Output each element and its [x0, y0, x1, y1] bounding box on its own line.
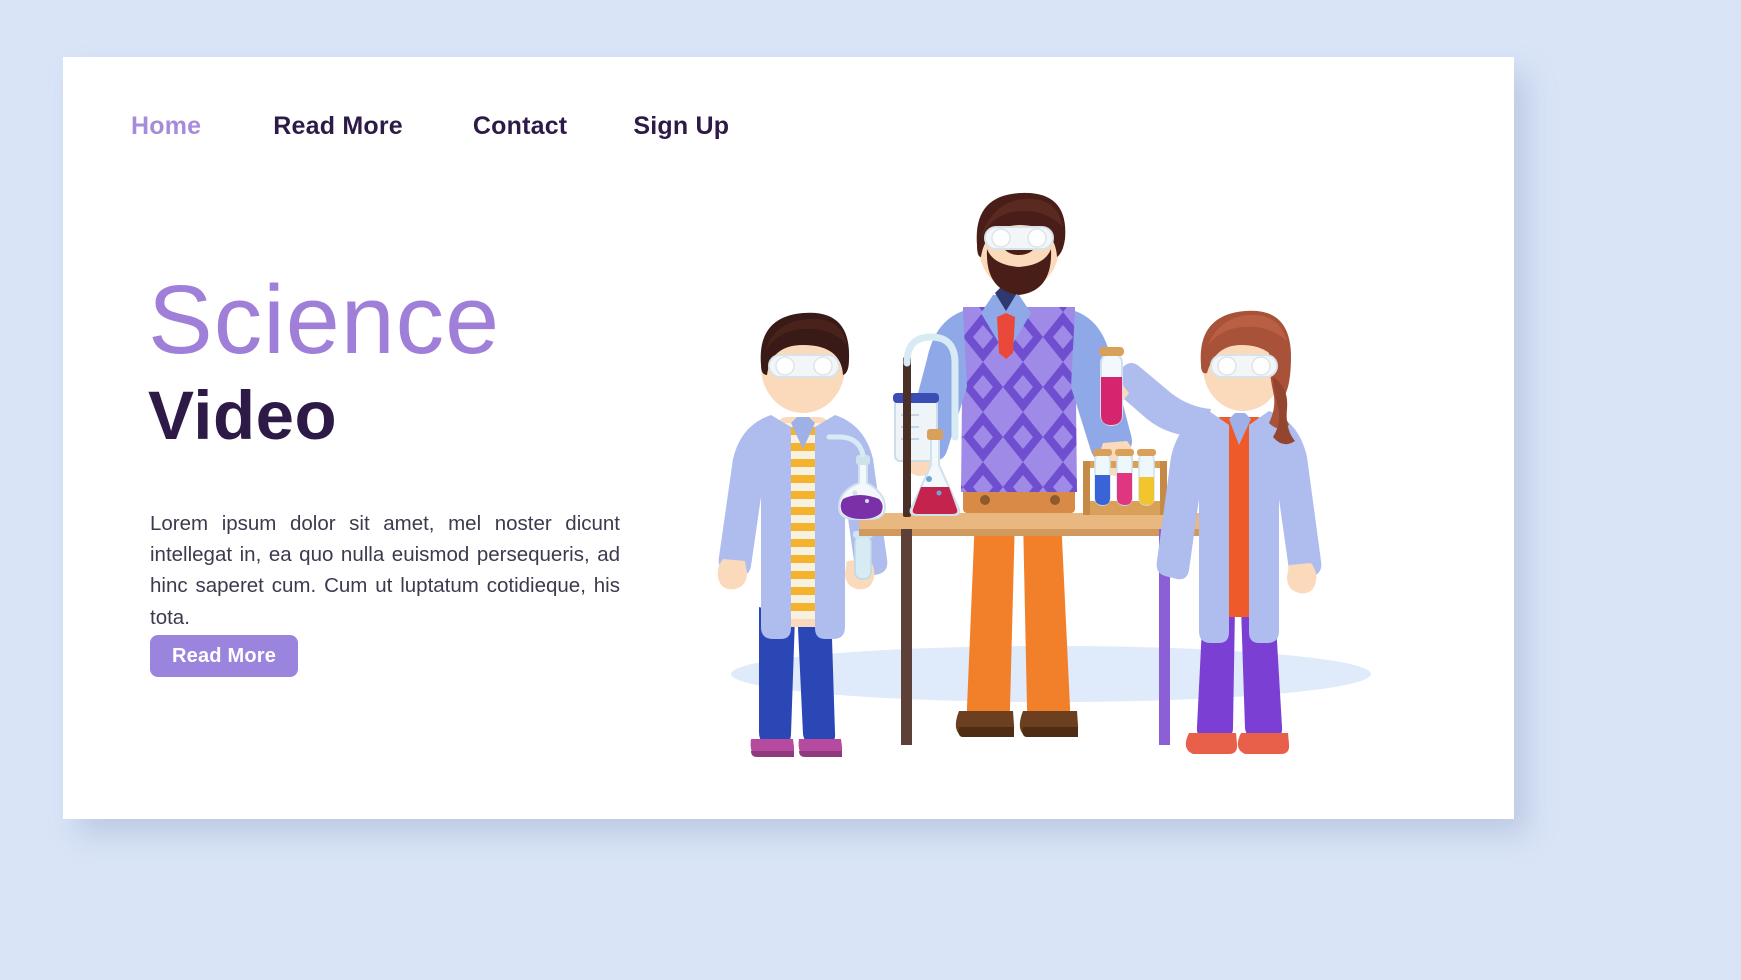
test-tube-yellow — [1137, 449, 1156, 506]
nav-item-home[interactable]: Home — [131, 112, 201, 141]
test-tube-held-pink — [1099, 347, 1124, 426]
nav-item-contact[interactable]: Contact — [473, 112, 567, 141]
test-tube-pink — [1115, 449, 1134, 506]
read-more-button[interactable]: Read More — [150, 635, 299, 677]
hero-text-block: Science Video Lorem ipsum dolor sit amet… — [148, 265, 648, 633]
test-tube-small — [853, 531, 873, 580]
landing-page-card: Home Read More Contact Sign Up Science V… — [63, 57, 1514, 819]
hero-description: Lorem ipsum dolor sit amet, mel noster d… — [150, 512, 620, 629]
main-navigation: Home Read More Contact Sign Up — [131, 112, 729, 141]
nav-item-sign-up[interactable]: Sign Up — [633, 112, 729, 141]
safety-goggles — [984, 226, 1054, 250]
safety-goggles — [768, 354, 840, 378]
science-lab-illustration — [663, 187, 1423, 787]
safety-goggles — [1210, 354, 1278, 378]
nav-item-read-more[interactable]: Read More — [273, 112, 403, 141]
page-subtitle: Video — [148, 377, 338, 455]
page-title: Science — [148, 265, 501, 374]
test-tube-blue — [1093, 449, 1112, 506]
test-tube-rack — [1083, 449, 1167, 515]
